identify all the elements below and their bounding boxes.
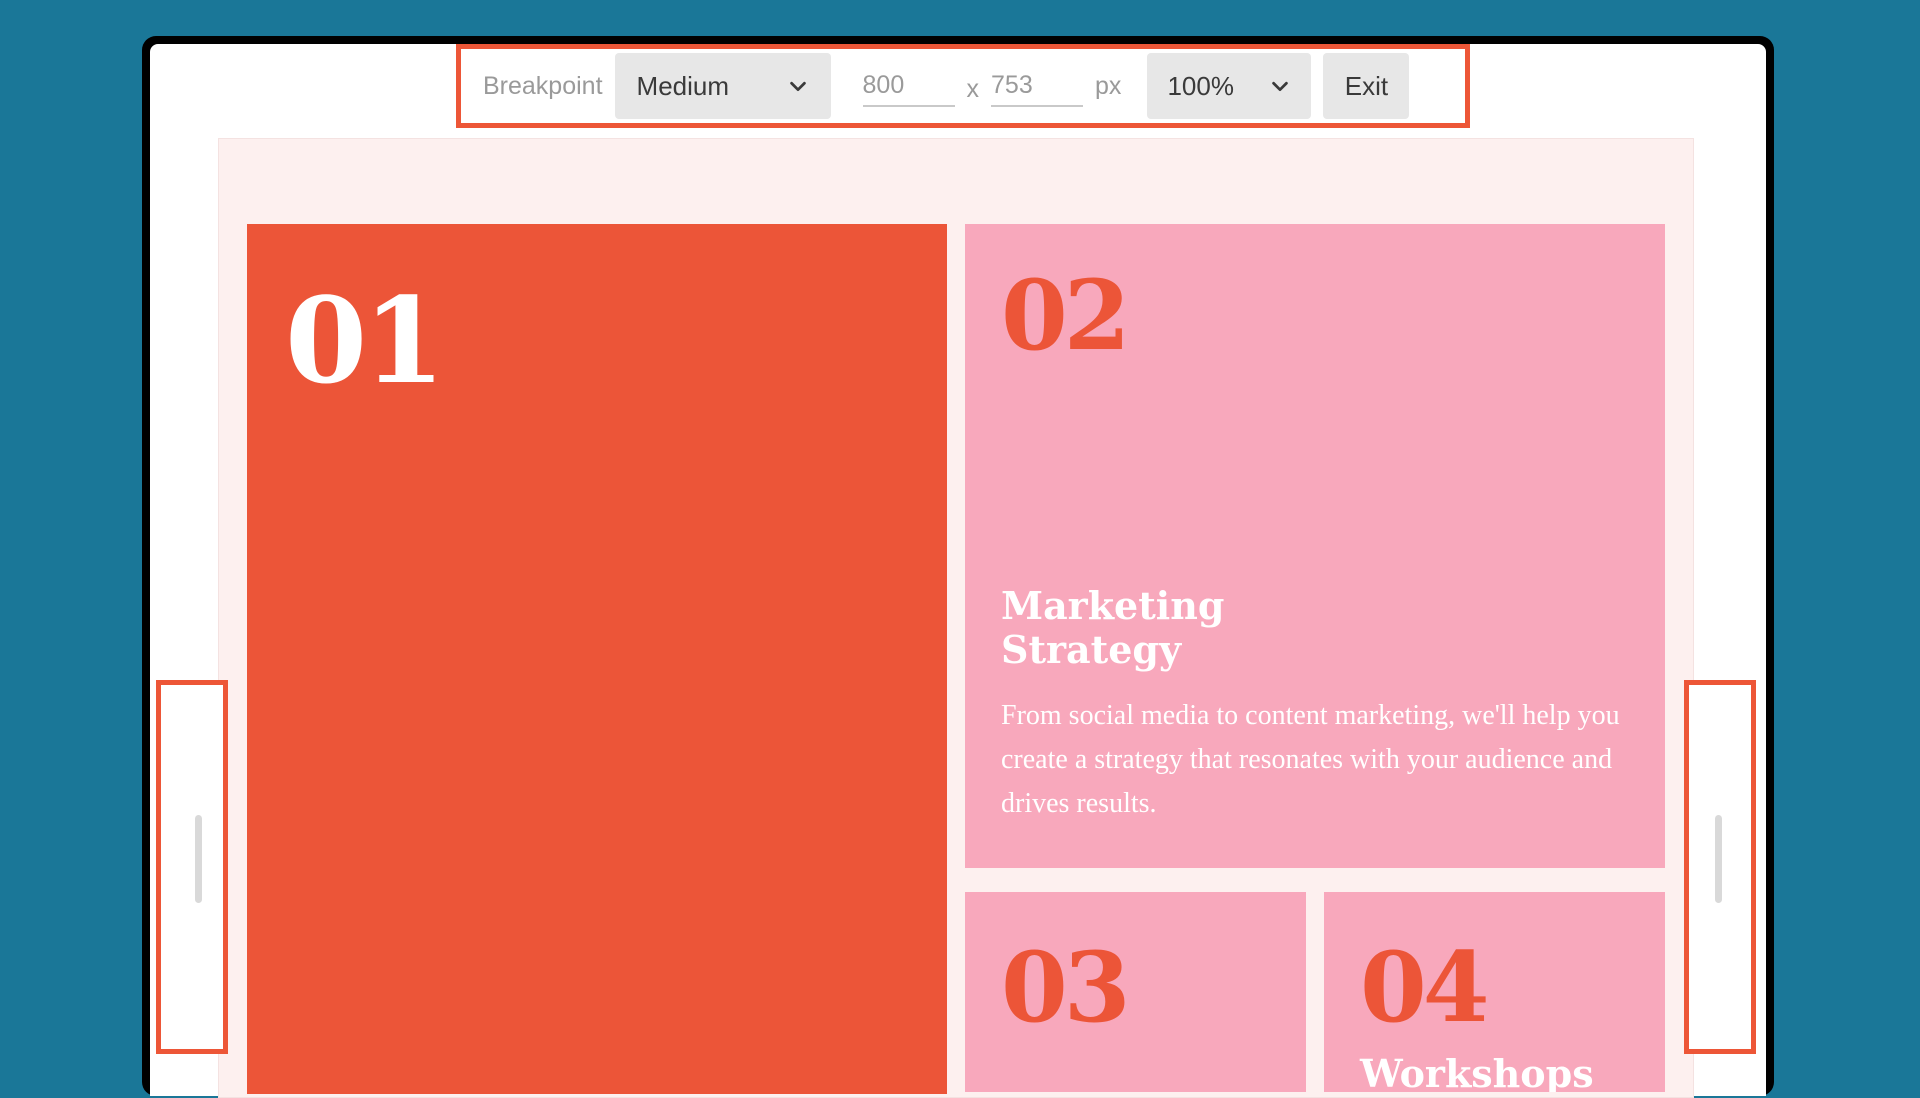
service-card-02: 02 Marketing Strategy From social media … [965, 224, 1665, 868]
service-card-01: 01 [247, 224, 947, 1094]
card-number: 03 [1001, 931, 1131, 1044]
card-number: 01 [285, 271, 445, 410]
height-input[interactable] [991, 65, 1084, 107]
breakpoint-selected-value: Medium [636, 70, 730, 101]
zoom-selected-value: 100% [1167, 70, 1234, 101]
exit-button[interactable]: Exit [1323, 53, 1410, 119]
dimension-separator: x [966, 74, 980, 103]
service-card-03: 03 [965, 892, 1306, 1092]
breakpoint-select[interactable]: Medium [614, 53, 831, 119]
breakpoint-label: Breakpoint [483, 71, 603, 100]
card-title: Workshops [1360, 1051, 1594, 1093]
drag-handle-icon [1715, 815, 1722, 903]
card-title: Marketing Strategy [1001, 583, 1225, 672]
chevron-down-icon [1272, 81, 1289, 92]
width-input[interactable] [862, 65, 955, 107]
left-resize-handle[interactable] [156, 680, 228, 1054]
card-number: 02 [1001, 259, 1131, 372]
card-description: From social media to content marketing, … [1001, 700, 1620, 819]
right-resize-handle[interactable] [1684, 680, 1756, 1054]
drag-handle-icon [195, 815, 202, 903]
breakpoint-toolbar: Breakpoint Medium x px 100% Exit [456, 44, 1470, 128]
card-number: 04 [1360, 931, 1490, 1044]
unit-label: px [1095, 71, 1122, 100]
chevron-down-icon [789, 81, 806, 92]
zoom-select[interactable]: 100% [1147, 53, 1312, 119]
service-card-04: 04 Workshops [1324, 892, 1665, 1092]
